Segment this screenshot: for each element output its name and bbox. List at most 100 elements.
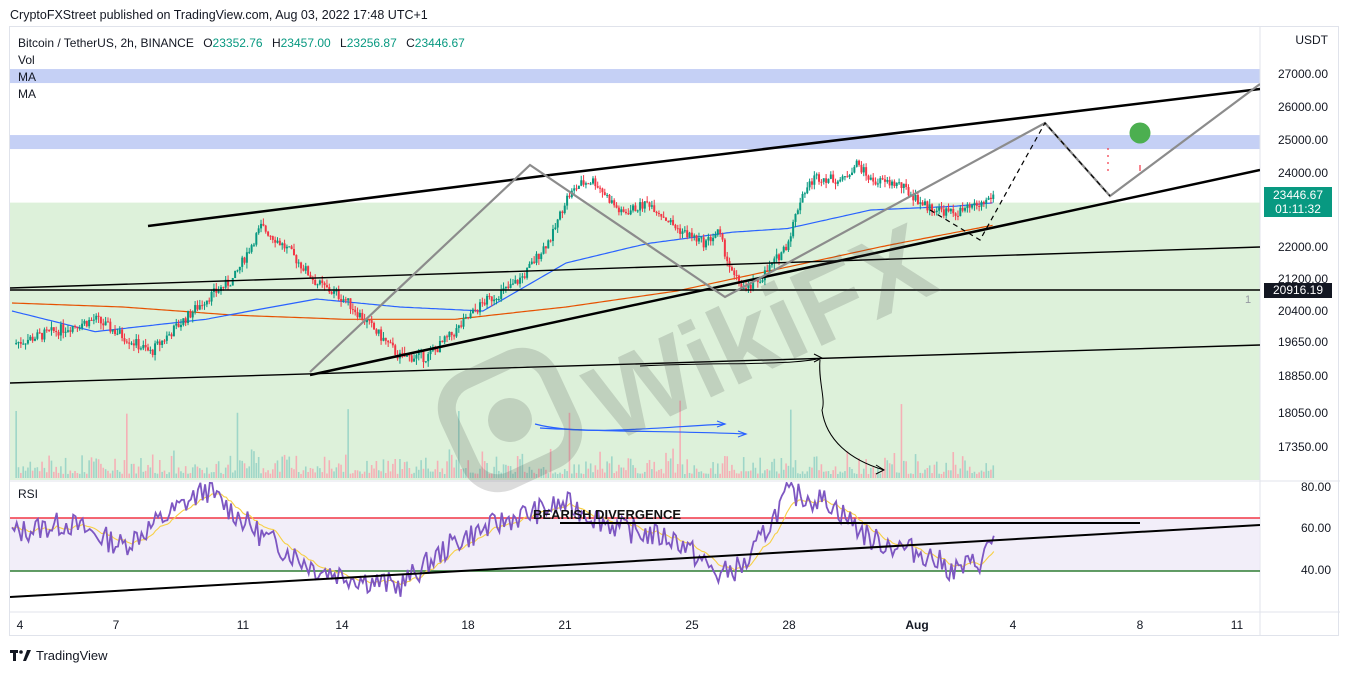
candle-body [540, 253, 543, 260]
candle-body [672, 219, 675, 225]
volume-bar [973, 471, 976, 478]
candle-body [184, 318, 187, 323]
volume-bar [264, 472, 267, 478]
legend-ma1[interactable]: MA [18, 69, 465, 86]
candle-body [860, 164, 863, 173]
candle-body [827, 178, 830, 183]
legend-vol[interactable]: Vol [18, 52, 465, 69]
volume-bar [954, 464, 957, 478]
time-tick: 4 [1009, 618, 1017, 632]
candle-body [234, 270, 237, 278]
candle-body [446, 336, 449, 338]
volume-bar [142, 471, 145, 478]
candle-body [297, 262, 300, 264]
candle-body [300, 262, 303, 269]
candle-body [191, 312, 194, 318]
candle-body [283, 243, 286, 249]
volume-bar [648, 459, 651, 478]
candle-body [926, 201, 929, 211]
volume-bar [566, 471, 568, 478]
candle-body [533, 261, 536, 263]
volume-bar [813, 456, 816, 478]
volume-bar [940, 473, 943, 478]
volume-bar [356, 470, 359, 478]
volume-bar [667, 461, 670, 478]
volume-bar [959, 468, 962, 478]
volume-bar [104, 469, 107, 478]
volume-bar [832, 470, 834, 478]
candle-body [104, 321, 107, 326]
candle-body [373, 322, 376, 330]
volume-bar [938, 473, 940, 478]
volume-bar [952, 452, 955, 478]
candle-body [264, 225, 267, 232]
volume-bar [403, 462, 406, 478]
candle-body [655, 212, 658, 214]
volume-bar [797, 473, 799, 478]
candle-body [307, 266, 310, 276]
candle-body [450, 331, 453, 336]
candle-body [33, 338, 36, 341]
volume-bar [432, 471, 434, 478]
volume-bar [931, 473, 933, 478]
volume-bar [674, 472, 677, 478]
legend-c-label: C [406, 36, 415, 50]
volume-bar [789, 409, 792, 478]
footer[interactable]: TradingView [10, 648, 108, 663]
volume-bar [349, 473, 352, 478]
volume-bar [199, 468, 201, 478]
candle-body [429, 350, 432, 355]
volume-bar [213, 472, 215, 478]
volume-bar [844, 471, 846, 478]
volume-bar [860, 473, 863, 478]
candle-body [584, 183, 587, 185]
volume-bar [886, 460, 889, 478]
upper-channel-right [549, 87, 1260, 177]
rsi-tick: 40.00 [1300, 563, 1331, 577]
volume-bar [695, 468, 698, 478]
candle-body [883, 179, 886, 182]
candle-body [815, 174, 818, 176]
volume-bar [851, 468, 853, 478]
candle-body [241, 257, 244, 267]
time-axis[interactable]: 4 7 11 14 18 21 25 28 Aug 4 8 11 [9, 612, 1259, 636]
candle-body [217, 291, 220, 293]
rsi-label[interactable]: RSI [18, 487, 38, 501]
volume-bar [417, 469, 420, 478]
volume-bar [606, 461, 608, 478]
volume-bar [700, 471, 703, 478]
volume-bar [140, 458, 142, 478]
candle-body [893, 181, 896, 187]
volume-bar [900, 404, 903, 478]
candle-body [483, 302, 486, 305]
price-axis[interactable]: USDT 27000.00 26000.00 25000.00 24000.00 220… [1260, 26, 1339, 636]
candle-body [573, 188, 576, 191]
legend-symbol[interactable]: Bitcoin / TetherUS, 2h, BINANCE [18, 36, 194, 50]
volume-bar [375, 460, 378, 478]
candle-body [916, 194, 919, 205]
price-tick: 17350.00 [1277, 440, 1328, 454]
candle-body [358, 312, 361, 318]
legend-ma2[interactable]: MA [18, 86, 465, 103]
volume-bar [686, 459, 688, 478]
candle-body [624, 211, 627, 214]
candle-body [592, 178, 595, 184]
candle-body [968, 204, 971, 208]
candle-body [22, 343, 25, 345]
volume-bar [992, 465, 995, 478]
volume-bar [67, 473, 69, 478]
candle-body [603, 192, 606, 196]
volume-bar [733, 469, 736, 478]
candle-body [683, 230, 686, 232]
volume-bar [53, 471, 55, 478]
volume-bar [742, 457, 745, 478]
volume-bar [775, 471, 778, 478]
candle-body [523, 276, 526, 278]
candle-body [620, 209, 623, 213]
volume-bar [408, 468, 411, 478]
candle-body [41, 333, 44, 340]
candle-body [949, 208, 952, 212]
time-tick: 28 [782, 618, 796, 632]
volume-bar [573, 464, 575, 478]
volume-bar [323, 456, 326, 478]
